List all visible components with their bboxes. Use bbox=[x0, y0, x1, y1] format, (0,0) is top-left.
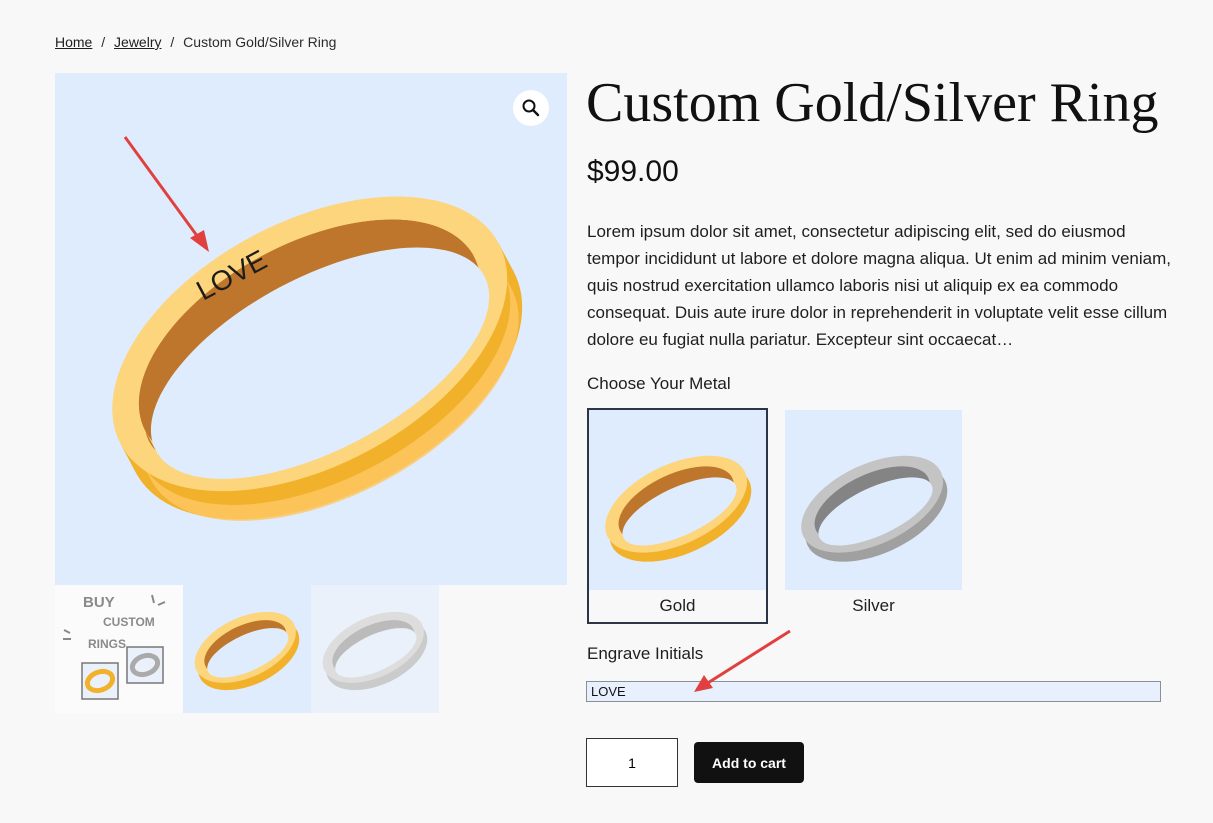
metal-option-gold[interactable]: Gold bbox=[587, 408, 768, 624]
breadcrumb: Home / Jewelry / Custom Gold/Silver Ring bbox=[55, 34, 336, 50]
thumb-text-rings: RINGS bbox=[88, 637, 126, 651]
breadcrumb-home-link[interactable]: Home bbox=[55, 34, 92, 50]
metal-option-label: Silver bbox=[852, 596, 895, 615]
thumbnail-buy-custom-rings[interactable]: BUY CUSTOM RINGS bbox=[55, 585, 183, 713]
metal-option-label: Gold bbox=[659, 596, 696, 615]
silver-swatch-image bbox=[785, 410, 962, 590]
breadcrumb-jewelry-link[interactable]: Jewelry bbox=[114, 34, 161, 50]
quantity-input[interactable] bbox=[586, 738, 678, 787]
product-main-image[interactable]: LOVE bbox=[55, 73, 567, 585]
engrave-label: Engrave Initials bbox=[587, 644, 704, 663]
thumbnail-gold-ring[interactable] bbox=[183, 585, 311, 713]
gold-ring-swatch-icon bbox=[605, 455, 752, 562]
gold-ring-illustration: LOVE bbox=[112, 196, 523, 521]
silver-ring-swatch-icon bbox=[801, 455, 948, 562]
magnifier-icon bbox=[522, 99, 540, 117]
thumbnail-silver-ring[interactable] bbox=[311, 585, 439, 713]
gold-ring-thumb-icon bbox=[194, 611, 300, 691]
gold-swatch-image bbox=[589, 410, 766, 590]
thumb-text-buy: BUY bbox=[83, 594, 115, 611]
metal-label: Choose Your Metal bbox=[587, 374, 731, 393]
engrave-initials-input[interactable] bbox=[586, 681, 1161, 702]
breadcrumb-separator: / bbox=[170, 34, 175, 50]
breadcrumb-separator: / bbox=[101, 34, 106, 50]
zoom-button[interactable] bbox=[513, 90, 549, 126]
silver-ring-thumb-icon bbox=[322, 611, 428, 691]
add-to-cart-button[interactable]: Add to cart bbox=[694, 742, 804, 783]
breadcrumb-current: Custom Gold/Silver Ring bbox=[183, 34, 337, 50]
thumb-text-custom: CUSTOM bbox=[103, 615, 155, 629]
metal-option-silver[interactable]: Silver bbox=[783, 408, 964, 624]
buy-custom-rings-graphic: BUY CUSTOM RINGS bbox=[63, 594, 166, 700]
product-title: Custom Gold/Silver Ring bbox=[586, 72, 1159, 134]
product-price: $99.00 bbox=[587, 155, 679, 188]
thumbnail-strip: BUY CUSTOM RINGS bbox=[55, 585, 439, 713]
product-description: Lorem ipsum dolor sit amet, consectetur … bbox=[587, 222, 1171, 349]
